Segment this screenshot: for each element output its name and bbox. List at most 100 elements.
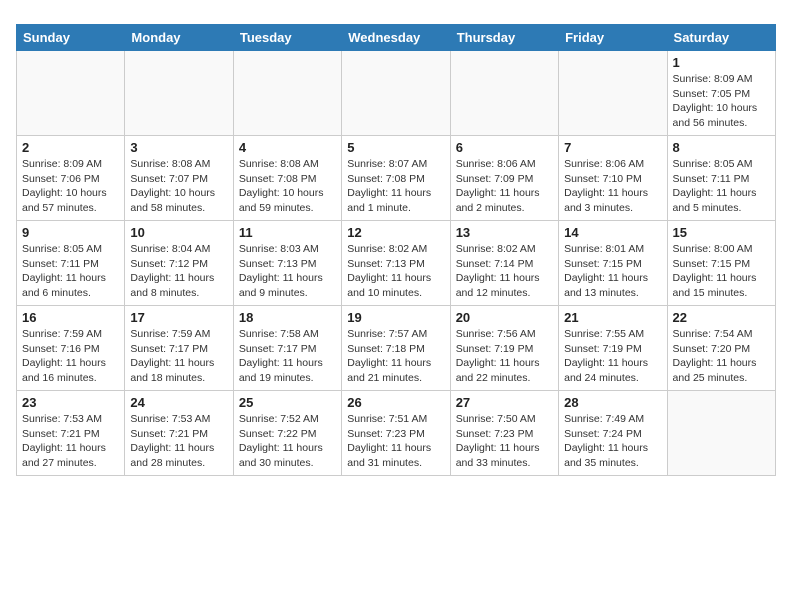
calendar-day-empty-0-2 [233, 51, 341, 136]
day-info: Sunrise: 8:02 AMSunset: 7:13 PMDaylight:… [347, 242, 444, 301]
calendar-day-1: 1 Sunrise: 8:09 AMSunset: 7:05 PMDaylight… [667, 51, 775, 136]
calendar-day-5: 5 Sunrise: 8:07 AMSunset: 7:08 PMDaylight… [342, 136, 450, 221]
day-number: 27 [456, 395, 553, 410]
day-info: Sunrise: 8:04 AMSunset: 7:12 PMDaylight:… [130, 242, 227, 301]
day-info: Sunrise: 8:08 AMSunset: 7:07 PMDaylight:… [130, 157, 227, 216]
calendar-day-20: 20Sunrise: 7:56 AMSunset: 7:19 PMDayligh… [450, 306, 558, 391]
day-info: Sunrise: 8:06 AMSunset: 7:10 PMDaylight:… [564, 157, 661, 216]
day-number: 8 [673, 140, 770, 155]
day-number: 16 [22, 310, 119, 325]
day-number: 12 [347, 225, 444, 240]
weekday-header-monday: Monday [125, 25, 233, 51]
day-info: Sunrise: 8:05 AMSunset: 7:11 PMDaylight:… [673, 157, 770, 216]
calendar-day-28: 28Sunrise: 7:49 AMSunset: 7:24 PMDayligh… [559, 391, 667, 476]
calendar-day-11: 11 Sunrise: 8:03 AMSunset: 7:13 PMDayligh… [233, 221, 341, 306]
day-number: 5 [347, 140, 444, 155]
day-number: 17 [130, 310, 227, 325]
calendar-day-21: 21 Sunrise: 7:55 AMSunset: 7:19 PMDayligh… [559, 306, 667, 391]
day-info: Sunrise: 7:59 AMSunset: 7:17 PMDaylight:… [130, 327, 227, 386]
day-info: Sunrise: 7:52 AMSunset: 7:22 PMDaylight:… [239, 412, 336, 471]
calendar-day-9: 9 Sunrise: 8:05 AMSunset: 7:11 PMDaylight… [17, 221, 125, 306]
weekday-header-saturday: Saturday [667, 25, 775, 51]
day-number: 9 [22, 225, 119, 240]
calendar-day-10: 10 Sunrise: 8:04 AMSunset: 7:12 PMDayligh… [125, 221, 233, 306]
day-info: Sunrise: 8:09 AMSunset: 7:05 PMDaylight:… [673, 72, 770, 131]
calendar-header-row: SundayMondayTuesdayWednesdayThursdayFrid… [17, 25, 776, 51]
day-info: Sunrise: 7:53 AMSunset: 7:21 PMDaylight:… [130, 412, 227, 471]
calendar-week-3: 16 Sunrise: 7:59 AMSunset: 7:16 PMDayligh… [17, 306, 776, 391]
day-number: 21 [564, 310, 661, 325]
weekday-header-thursday: Thursday [450, 25, 558, 51]
calendar-day-empty-0-4 [450, 51, 558, 136]
calendar-week-1: 2Sunrise: 8:09 AMSunset: 7:06 PMDaylight… [17, 136, 776, 221]
day-info: Sunrise: 7:55 AMSunset: 7:19 PMDaylight:… [564, 327, 661, 386]
day-info: Sunrise: 8:08 AMSunset: 7:08 PMDaylight:… [239, 157, 336, 216]
day-info: Sunrise: 8:01 AMSunset: 7:15 PMDaylight:… [564, 242, 661, 301]
day-info: Sunrise: 7:58 AMSunset: 7:17 PMDaylight:… [239, 327, 336, 386]
calendar-day-22: 22 Sunrise: 7:54 AMSunset: 7:20 PMDayligh… [667, 306, 775, 391]
calendar-body: 1 Sunrise: 8:09 AMSunset: 7:05 PMDaylight… [17, 51, 776, 476]
day-number: 4 [239, 140, 336, 155]
day-number: 3 [130, 140, 227, 155]
calendar-day-empty-0-1 [125, 51, 233, 136]
weekday-header-sunday: Sunday [17, 25, 125, 51]
calendar-day-8: 8 Sunrise: 8:05 AMSunset: 7:11 PMDaylight… [667, 136, 775, 221]
calendar-day-empty-0-0 [17, 51, 125, 136]
day-number: 23 [22, 395, 119, 410]
calendar-table: SundayMondayTuesdayWednesdayThursdayFrid… [16, 24, 776, 476]
day-number: 18 [239, 310, 336, 325]
day-number: 7 [564, 140, 661, 155]
day-info: Sunrise: 7:53 AMSunset: 7:21 PMDaylight:… [22, 412, 119, 471]
day-number: 11 [239, 225, 336, 240]
calendar-day-empty-0-5 [559, 51, 667, 136]
day-number: 2 [22, 140, 119, 155]
calendar-day-7: 7 Sunrise: 8:06 AMSunset: 7:10 PMDaylight… [559, 136, 667, 221]
calendar-day-25: 25Sunrise: 7:52 AMSunset: 7:22 PMDayligh… [233, 391, 341, 476]
day-number: 28 [564, 395, 661, 410]
day-info: Sunrise: 8:06 AMSunset: 7:09 PMDaylight:… [456, 157, 553, 216]
calendar-day-26: 26 Sunrise: 7:51 AMSunset: 7:23 PMDayligh… [342, 391, 450, 476]
day-number: 6 [456, 140, 553, 155]
calendar-day-2: 2Sunrise: 8:09 AMSunset: 7:06 PMDaylight… [17, 136, 125, 221]
day-number: 13 [456, 225, 553, 240]
day-number: 22 [673, 310, 770, 325]
day-number: 26 [347, 395, 444, 410]
weekday-header-tuesday: Tuesday [233, 25, 341, 51]
day-info: Sunrise: 8:07 AMSunset: 7:08 PMDaylight:… [347, 157, 444, 216]
day-number: 19 [347, 310, 444, 325]
calendar-day-empty-4-6 [667, 391, 775, 476]
weekday-header-friday: Friday [559, 25, 667, 51]
day-info: Sunrise: 8:05 AMSunset: 7:11 PMDaylight:… [22, 242, 119, 301]
day-number: 24 [130, 395, 227, 410]
calendar-day-16: 16 Sunrise: 7:59 AMSunset: 7:16 PMDayligh… [17, 306, 125, 391]
weekday-header-wednesday: Wednesday [342, 25, 450, 51]
calendar-day-24: 24 Sunrise: 7:53 AMSunset: 7:21 PMDayligh… [125, 391, 233, 476]
day-number: 15 [673, 225, 770, 240]
calendar-day-17: 17 Sunrise: 7:59 AMSunset: 7:17 PMDayligh… [125, 306, 233, 391]
calendar-day-15: 15 Sunrise: 8:00 AMSunset: 7:15 PMDayligh… [667, 221, 775, 306]
calendar-week-0: 1 Sunrise: 8:09 AMSunset: 7:05 PMDaylight… [17, 51, 776, 136]
day-number: 1 [673, 55, 770, 70]
day-number: 10 [130, 225, 227, 240]
calendar-day-4: 4 Sunrise: 8:08 AMSunset: 7:08 PMDaylight… [233, 136, 341, 221]
calendar-week-2: 9 Sunrise: 8:05 AMSunset: 7:11 PMDaylight… [17, 221, 776, 306]
calendar-day-13: 13Sunrise: 8:02 AMSunset: 7:14 PMDayligh… [450, 221, 558, 306]
day-number: 14 [564, 225, 661, 240]
day-info: Sunrise: 8:00 AMSunset: 7:15 PMDaylight:… [673, 242, 770, 301]
day-number: 20 [456, 310, 553, 325]
day-info: Sunrise: 7:59 AMSunset: 7:16 PMDaylight:… [22, 327, 119, 386]
calendar-day-3: 3 Sunrise: 8:08 AMSunset: 7:07 PMDaylight… [125, 136, 233, 221]
calendar-day-19: 19 Sunrise: 7:57 AMSunset: 7:18 PMDayligh… [342, 306, 450, 391]
day-info: Sunrise: 7:57 AMSunset: 7:18 PMDaylight:… [347, 327, 444, 386]
calendar-day-empty-0-3 [342, 51, 450, 136]
calendar-day-18: 18 Sunrise: 7:58 AMSunset: 7:17 PMDayligh… [233, 306, 341, 391]
day-info: Sunrise: 7:54 AMSunset: 7:20 PMDaylight:… [673, 327, 770, 386]
day-info: Sunrise: 8:03 AMSunset: 7:13 PMDaylight:… [239, 242, 336, 301]
calendar-day-12: 12 Sunrise: 8:02 AMSunset: 7:13 PMDayligh… [342, 221, 450, 306]
day-info: Sunrise: 7:50 AMSunset: 7:23 PMDaylight:… [456, 412, 553, 471]
calendar-day-23: 23 Sunrise: 7:53 AMSunset: 7:21 PMDayligh… [17, 391, 125, 476]
day-info: Sunrise: 7:51 AMSunset: 7:23 PMDaylight:… [347, 412, 444, 471]
calendar-week-4: 23 Sunrise: 7:53 AMSunset: 7:21 PMDayligh… [17, 391, 776, 476]
calendar-day-14: 14 Sunrise: 8:01 AMSunset: 7:15 PMDayligh… [559, 221, 667, 306]
calendar-day-6: 6 Sunrise: 8:06 AMSunset: 7:09 PMDaylight… [450, 136, 558, 221]
